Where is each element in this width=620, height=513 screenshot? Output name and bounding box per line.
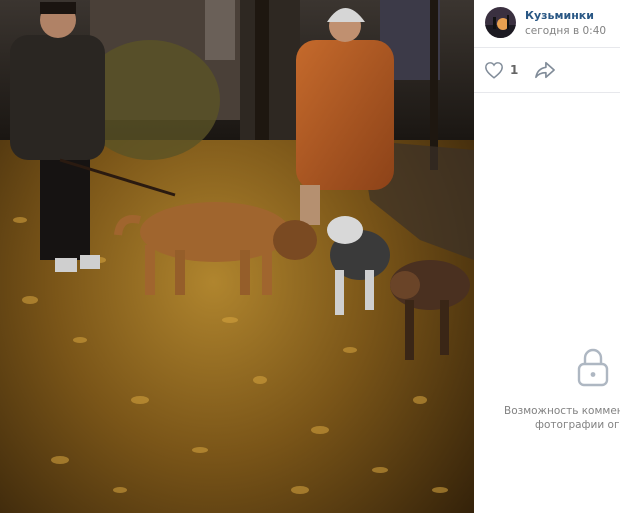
comments-closed-line-2: фотографии огран xyxy=(535,419,620,431)
post-actions-bar: 1 xyxy=(474,47,620,93)
post-header: Кузьминки сегодня в 0:40 xyxy=(474,0,620,46)
share-button[interactable] xyxy=(534,60,556,80)
comments-closed-notice: Возможность комменти фотографии огран xyxy=(474,404,620,432)
author-name-link[interactable]: Кузьминки xyxy=(525,9,594,22)
post-time-link[interactable]: сегодня в 0:40 xyxy=(525,25,606,38)
share-icon xyxy=(535,61,555,79)
post-sidebar: Кузьминки сегодня в 0:40 1 Возможность к… xyxy=(474,0,620,513)
lock-icon xyxy=(576,347,610,387)
heart-icon xyxy=(485,62,503,79)
comments-closed-line-1: Возможность комменти xyxy=(504,405,620,417)
like-count: 1 xyxy=(510,63,519,77)
like-button[interactable]: 1 xyxy=(484,60,518,80)
post-photo[interactable] xyxy=(0,0,474,513)
avatar-image xyxy=(485,7,516,38)
photo-image xyxy=(0,0,474,513)
author-avatar[interactable] xyxy=(485,7,516,38)
